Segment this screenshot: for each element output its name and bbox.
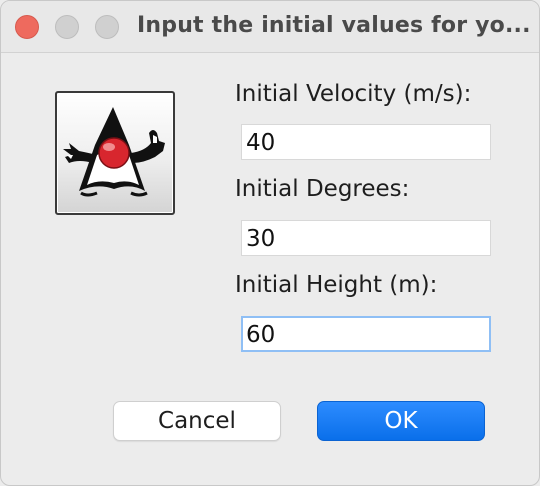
close-window-button[interactable] [15,15,39,39]
java-duke-icon [55,91,175,215]
velocity-input[interactable] [241,124,491,160]
velocity-label: Initial Velocity (m/s): [235,81,472,107]
cancel-button[interactable]: Cancel [113,401,281,441]
minimize-window-button[interactable] [55,15,79,39]
maximize-window-button[interactable] [95,15,119,39]
degrees-label: Initial Degrees: [235,176,410,202]
title-bar[interactable]: Input the initial values for yo... [1,1,539,53]
window-title: Input the initial values for yo... [137,13,531,38]
degrees-input[interactable] [241,220,491,256]
ok-button[interactable]: OK [317,401,485,441]
dialog-window: Input the initial values for yo... Initi… [0,0,540,486]
height-input[interactable] [241,316,491,352]
height-label: Initial Height (m): [235,272,438,298]
